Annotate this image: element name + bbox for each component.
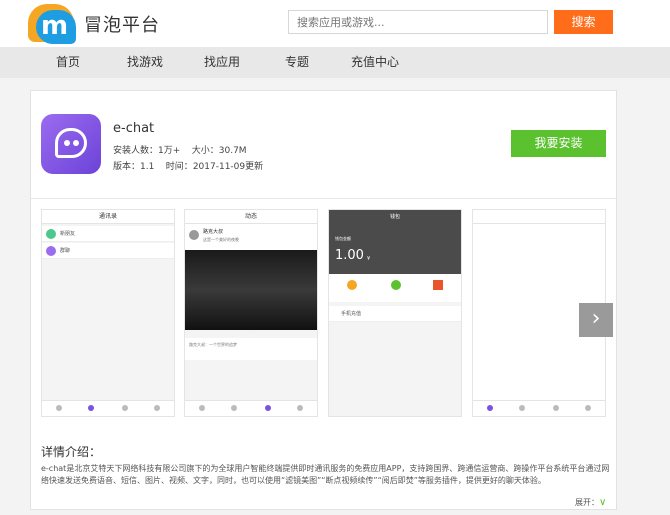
- nav-item-topics[interactable]: 专题: [285, 47, 309, 78]
- avatar: [46, 246, 56, 256]
- tab-icon: [122, 405, 128, 411]
- tab-icon: [56, 405, 62, 411]
- tab-icon: [231, 405, 237, 411]
- tab-icon: [585, 405, 591, 411]
- wallet-action-icon: [391, 280, 401, 290]
- app-icon: [41, 114, 101, 174]
- time-label: 时间：: [165, 162, 193, 172]
- tab-bar: [473, 400, 605, 416]
- wallet-action-icon: [433, 280, 443, 290]
- expand-label: 展开：: [575, 498, 599, 507]
- avatar: [189, 230, 199, 240]
- search-button[interactable]: 搜索: [554, 10, 613, 34]
- bubble-dot: [64, 140, 70, 146]
- wallet-header: 钱包 钱包金额 1.00 ¥: [329, 210, 461, 274]
- tab-bar: [42, 400, 174, 416]
- details-title: 详情介绍：: [41, 445, 102, 459]
- wallet-currency: ¥: [367, 256, 371, 262]
- wallet-label: 钱包金额: [335, 236, 351, 241]
- list-item: 群聊: [42, 243, 174, 259]
- wallet-amount: 1.00: [335, 248, 364, 263]
- installs-value: 1万+: [158, 146, 181, 156]
- screenshot-bar: [473, 210, 605, 224]
- version-value: 1.1: [140, 162, 155, 172]
- tab-icon: [265, 405, 271, 411]
- tab-icon: [199, 405, 205, 411]
- list-item-label: 手机充值: [341, 311, 362, 317]
- screenshot-moments[interactable]: 动态 路克大叔 这是一个美好的夜晚 路克大叔：一个世界的追梦: [184, 209, 318, 417]
- tab-icon: [88, 405, 94, 411]
- screenshot-title: 钱包: [389, 214, 400, 220]
- search-input[interactable]: [288, 10, 548, 34]
- logo-icon[interactable]: m: [28, 4, 78, 44]
- avatar: [46, 229, 56, 239]
- site-header: m 冒泡平台 搜索: [0, 0, 670, 47]
- bubble-dot: [73, 140, 79, 146]
- installs-label: 安装人数：: [113, 146, 159, 156]
- size-label: 大小：: [191, 146, 219, 156]
- tab-icon: [297, 405, 303, 411]
- tab-icon: [519, 405, 525, 411]
- wallet-action-icon: [347, 280, 357, 290]
- chat-bubble-shape: [55, 128, 87, 158]
- details-description: e-chat是北京艾特天下网络科技有限公司旗下的为全球用户智能终端提供即时通讯服…: [41, 464, 610, 485]
- post-comment: 路克大叔：一个世界的追梦: [185, 338, 317, 360]
- post-user: 路克大叔: [203, 229, 224, 235]
- size-value: 30.7M: [218, 146, 247, 156]
- chevron-right-icon[interactable]: ›: [579, 303, 613, 337]
- brand-name[interactable]: 冒泡平台: [84, 11, 160, 37]
- expand-button[interactable]: 展开：∨: [575, 497, 606, 508]
- update-date: 2017-11-09更新: [192, 162, 264, 172]
- tab-icon: [553, 405, 559, 411]
- screenshot-contacts[interactable]: 通讯录 新朋友 群聊: [41, 209, 175, 417]
- screenshot-title: 通讯录: [42, 210, 174, 224]
- list-item: 手机充值: [329, 306, 461, 322]
- wallet-actions: [329, 274, 461, 302]
- screenshot-wallet[interactable]: 钱包 钱包金额 1.00 ¥ 手机充值: [328, 209, 462, 417]
- nav-item-home[interactable]: 首页: [56, 47, 80, 78]
- screenshot-title: 动态: [185, 210, 317, 224]
- chevron-down-icon: ∨: [599, 497, 607, 508]
- nav-item-recharge[interactable]: 充值中心: [351, 47, 399, 78]
- post-header: 路克大叔 这是一个美好的夜晚: [185, 224, 317, 250]
- list-item-label: 新朋友: [60, 231, 76, 237]
- install-button[interactable]: 我要安装: [511, 130, 606, 157]
- app-name: e-chat: [113, 121, 155, 136]
- main-nav: 首页 找游戏 找应用 专题 充值中心: [0, 47, 670, 78]
- nav-item-apps[interactable]: 找应用: [204, 47, 240, 78]
- version-label: 版本：: [113, 162, 141, 172]
- app-meta-installs-size: 安装人数：1万+ 大小：30.7M: [113, 143, 247, 156]
- nav-item-games[interactable]: 找游戏: [127, 47, 163, 78]
- app-detail-card: e-chat 安装人数：1万+ 大小：30.7M 版本：1.1 时间：2017-…: [30, 90, 617, 510]
- tab-icon: [487, 405, 493, 411]
- logo-letter: m: [41, 11, 69, 41]
- tab-icon: [154, 405, 160, 411]
- post-photo: [185, 250, 317, 330]
- tab-bar: [185, 400, 317, 416]
- divider: [31, 198, 616, 199]
- post-text: 这是一个美好的夜晚: [203, 237, 239, 242]
- app-meta-version-date: 版本：1.1 时间：2017-11-09更新: [113, 159, 263, 172]
- list-item: 新朋友: [42, 226, 174, 242]
- list-item-label: 群聊: [60, 248, 71, 254]
